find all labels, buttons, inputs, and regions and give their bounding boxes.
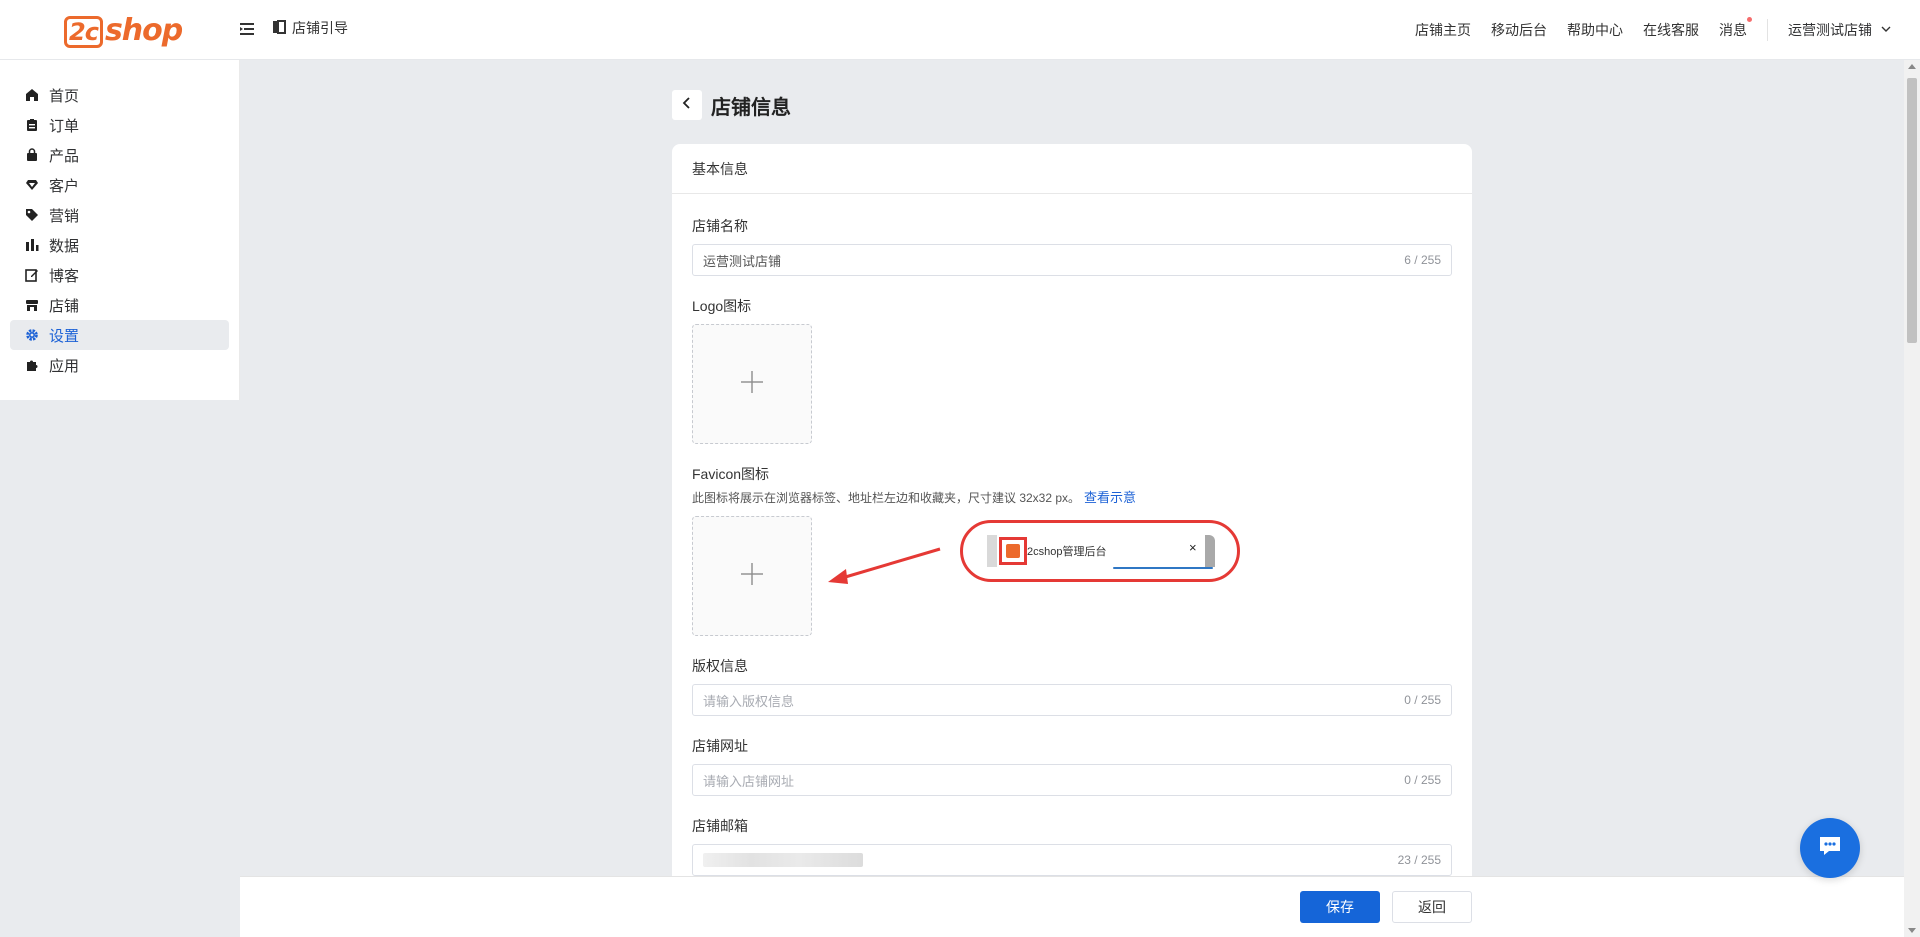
sidebar-item-label: 设置 xyxy=(49,327,80,345)
guide-label: 店铺引导 xyxy=(292,20,348,36)
puzzle-icon xyxy=(25,358,39,372)
logo-upload[interactable] xyxy=(692,324,812,444)
clipboard-icon xyxy=(25,118,39,132)
footer-actions: 保存 返回 xyxy=(240,876,1904,937)
scroll-thumb[interactable] xyxy=(1907,78,1917,343)
nav-online-support[interactable]: 在线客服 xyxy=(1643,20,1699,40)
nav-store-home[interactable]: 店铺主页 xyxy=(1415,20,1471,40)
sidebar-item-products[interactable]: 产品 xyxy=(10,140,229,170)
chevron-down-icon xyxy=(1880,22,1892,38)
favicon-highlight-icon xyxy=(999,537,1027,565)
top-nav: 店铺主页 移动后台 帮助中心 在线客服 消息 运营测试店铺 xyxy=(1415,0,1920,60)
view-example-link[interactable]: 查看示意 xyxy=(1084,490,1136,505)
nav-messages[interactable]: 消息 xyxy=(1719,17,1752,40)
sidebar-item-label: 首页 xyxy=(49,87,80,105)
tag-icon xyxy=(25,208,39,222)
char-count: 6 / 255 xyxy=(1404,253,1441,267)
sidebar-item-store[interactable]: 店铺 xyxy=(10,290,229,320)
redacted-email-value xyxy=(703,853,863,867)
red-arrow-annotation xyxy=(828,547,941,584)
page-title: 店铺信息 xyxy=(711,96,791,119)
nav-help-center[interactable]: 帮助中心 xyxy=(1567,20,1623,40)
favicon-demo-callout: 2cshop管理后台 × xyxy=(960,520,1240,582)
copyright-input[interactable]: 请输入版权信息 0 / 255 xyxy=(692,684,1452,716)
sidebar-item-label: 数据 xyxy=(49,237,80,255)
scroll-up-icon[interactable] xyxy=(1908,64,1916,69)
nav-divider xyxy=(1767,19,1768,41)
url-label: 店铺网址 xyxy=(692,738,748,754)
sidebar-item-label: 博客 xyxy=(49,267,80,285)
store-name-value: 运营测试店铺 xyxy=(703,253,782,269)
bag-icon xyxy=(25,148,39,162)
logo-wordmark: 2c shop xyxy=(64,13,183,48)
store-info-card: 基本信息 店铺名称 运营测试店铺 6 / 255 Logo图标 Favicon图… xyxy=(672,144,1472,884)
return-button[interactable]: 返回 xyxy=(1392,891,1472,923)
scroll-down-icon[interactable] xyxy=(1908,928,1916,933)
favicon-label: Favicon图标 xyxy=(692,466,770,482)
plus-icon xyxy=(739,561,765,592)
sidebar-item-label: 店铺 xyxy=(49,297,80,315)
store-name-label: 店铺名称 xyxy=(692,218,748,234)
unread-dot xyxy=(1747,17,1752,22)
sidebar-item-marketing[interactable]: 营销 xyxy=(10,200,229,230)
tab-edge xyxy=(1205,535,1215,567)
edit-icon xyxy=(25,268,39,282)
store-name-label: 运营测试店铺 xyxy=(1788,22,1872,38)
menu-toggle-icon[interactable] xyxy=(238,20,256,38)
sidebar-item-label: 营销 xyxy=(49,207,80,225)
tab-active-underline xyxy=(1113,567,1213,569)
diamond-icon xyxy=(25,178,39,192)
favicon-desc: 此图标将展示在浏览器标签、地址栏左边和收藏夹，尺寸建议 32x32 px。 查看示… xyxy=(692,487,1136,506)
back-arrow-button[interactable] xyxy=(672,90,702,120)
sidebar-item-customers[interactable]: 客户 xyxy=(10,170,229,200)
char-count: 23 / 255 xyxy=(1397,853,1441,867)
email-input[interactable]: 23 / 255 xyxy=(692,844,1452,876)
sidebar-item-apps[interactable]: 应用 xyxy=(10,350,229,380)
url-placeholder: 请输入店铺网址 xyxy=(703,773,795,789)
bar-chart-icon xyxy=(25,238,39,252)
gear-icon xyxy=(25,328,39,342)
home-icon xyxy=(25,88,39,102)
plus-icon xyxy=(739,369,765,400)
chevron-left-icon xyxy=(680,96,694,115)
store-guide-link[interactable]: 店铺引导 xyxy=(272,18,348,38)
page-header: 店铺信息 xyxy=(672,90,791,120)
chat-icon xyxy=(1817,834,1843,863)
sidebar-item-label: 产品 xyxy=(49,147,80,165)
copyright-placeholder: 请输入版权信息 xyxy=(703,693,795,709)
sidebar-item-settings[interactable]: 设置 xyxy=(10,320,229,350)
brand-logo[interactable]: 2c shop xyxy=(64,10,183,50)
save-button[interactable]: 保存 xyxy=(1300,891,1380,923)
char-count: 0 / 255 xyxy=(1404,693,1441,707)
sidebar-item-home[interactable]: 首页 xyxy=(10,80,229,110)
top-header: 2c shop 店铺引导 店铺主页 移动后台 帮助中心 在线客服 消息 运营测试店… xyxy=(0,0,1920,60)
copyright-label: 版权信息 xyxy=(692,658,748,674)
demo-tab-title: 2cshop管理后台 xyxy=(1027,546,1107,558)
url-input[interactable]: 请输入店铺网址 0 / 255 xyxy=(692,764,1452,796)
favicon-upload[interactable] xyxy=(692,516,812,636)
browser-tab-preview: 2cshop管理后台 × xyxy=(987,533,1215,569)
email-label: 店铺邮箱 xyxy=(692,818,748,834)
store-switcher[interactable]: 运营测试店铺 xyxy=(1788,20,1892,40)
logo-label: Logo图标 xyxy=(692,298,752,314)
nav-mobile-admin[interactable]: 移动后台 xyxy=(1491,20,1547,40)
book-icon xyxy=(272,19,286,37)
sidebar-item-label: 客户 xyxy=(49,177,80,195)
section-title: 基本信息 xyxy=(672,144,1472,194)
favicon-desc-text: 此图标将展示在浏览器标签、地址栏左边和收藏夹，尺寸建议 32x32 px。 xyxy=(692,491,1081,505)
tab-edge xyxy=(987,535,997,567)
sidebar: 首页 订单 产品 客户 营销 数据 博客 店铺 设置 应用 xyxy=(0,60,240,400)
close-icon: × xyxy=(1189,540,1197,555)
sidebar-item-blog[interactable]: 博客 xyxy=(10,260,229,290)
store-icon xyxy=(25,298,39,312)
messages-label: 消息 xyxy=(1719,22,1747,38)
char-count: 0 / 255 xyxy=(1404,773,1441,787)
sidebar-item-orders[interactable]: 订单 xyxy=(10,110,229,140)
sidebar-item-label: 应用 xyxy=(49,357,80,375)
chat-support-button[interactable] xyxy=(1800,818,1860,878)
sidebar-item-data[interactable]: 数据 xyxy=(10,230,229,260)
store-name-input[interactable]: 运营测试店铺 6 / 255 xyxy=(692,244,1452,276)
page-scrollbar[interactable] xyxy=(1904,60,1920,937)
sidebar-item-label: 订单 xyxy=(49,117,80,135)
